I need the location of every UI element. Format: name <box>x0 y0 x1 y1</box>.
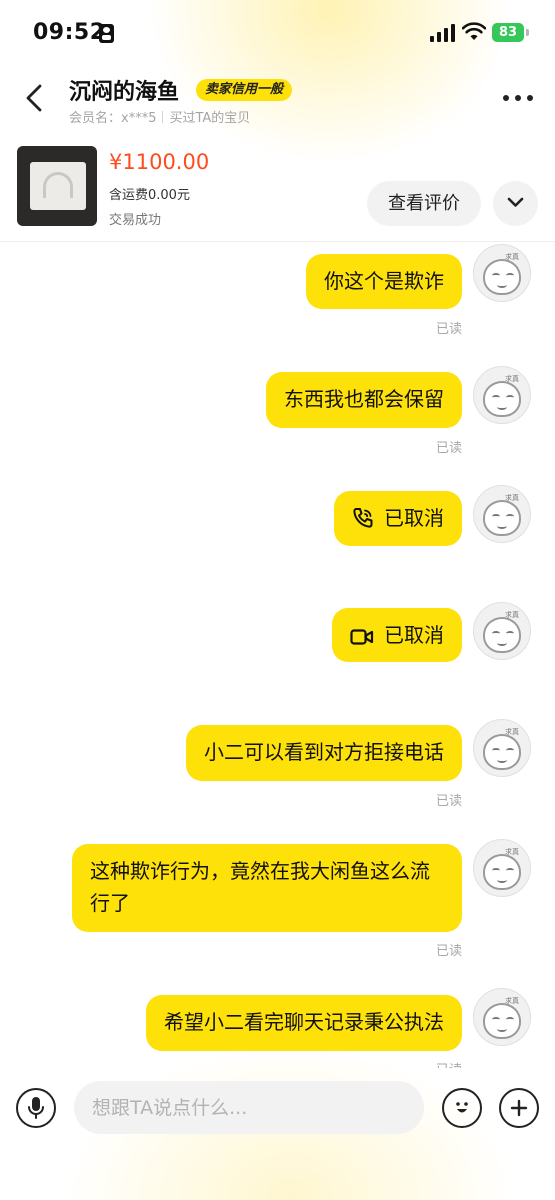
message-bubble[interactable]: 小二可以看到对方拒接电话 <box>186 725 462 781</box>
voice-call-bubble[interactable]: 已取消 <box>334 491 462 546</box>
read-receipt: 已读 <box>435 794 462 809</box>
back-arrow-icon[interactable] <box>22 84 48 112</box>
chat-message-list[interactable]: 你这个是欺诈 已读 求真 东西我也都会保留 已读 求真 已取消 求真 已取消 求… <box>0 242 555 1068</box>
avatar[interactable]: 求真 <box>473 244 531 302</box>
call-status-text: 已取消 <box>384 506 444 530</box>
message-bubble[interactable]: 这种欺诈行为，竟然在我大闲鱼这么流行了 <box>72 844 462 932</box>
input-bar <box>0 1072 555 1200</box>
call-status-text: 已取消 <box>384 623 444 647</box>
message-bubble[interactable]: 希望小二看完聊天记录秉公执法 <box>146 995 462 1051</box>
read-receipt: 已读 <box>435 322 462 337</box>
avatar[interactable]: 求真 <box>473 988 531 1046</box>
message-bubble[interactable]: 东西我也都会保留 <box>266 372 462 428</box>
id-card-icon <box>99 24 114 43</box>
emoji-icon[interactable] <box>442 1088 482 1128</box>
read-receipt: 已读 <box>435 441 462 456</box>
member-name-label: 会员名：x***5 <box>69 111 157 126</box>
product-price: ¥1100.00 <box>109 150 210 174</box>
avatar[interactable]: 求真 <box>473 366 531 424</box>
message-text: 你这个是欺诈 <box>324 269 444 293</box>
message-text: 小二可以看到对方拒接电话 <box>204 740 444 764</box>
microphone-icon[interactable] <box>16 1088 56 1128</box>
avatar[interactable]: 求真 <box>473 719 531 777</box>
expand-button[interactable] <box>493 181 538 226</box>
message-text: 这种欺诈行为，竟然在我大闲鱼这么流行了 <box>90 859 430 915</box>
battery-indicator: 83 <box>492 23 524 42</box>
message-text: 东西我也都会保留 <box>284 387 444 411</box>
chevron-down-icon <box>507 197 524 207</box>
message-text: 希望小二看完聊天记录秉公执法 <box>164 1010 444 1034</box>
read-receipt: 已读 <box>436 1059 462 1068</box>
video-call-bubble[interactable]: 已取消 <box>332 608 462 662</box>
message-input[interactable] <box>74 1081 424 1134</box>
shipping-fee: 含运费0.00元 <box>109 188 190 203</box>
avatar[interactable]: 求真 <box>473 839 531 897</box>
plus-icon[interactable] <box>499 1088 539 1128</box>
credit-badge: 卖家信用一般 <box>196 79 293 101</box>
status-bar: 09:52 83 <box>0 0 555 70</box>
cellular-signal-icon <box>430 24 456 42</box>
message-bubble[interactable]: 你这个是欺诈 <box>306 254 462 309</box>
product-thumbnail[interactable] <box>17 146 97 226</box>
view-review-button[interactable]: 查看评价 <box>367 181 481 226</box>
video-camera-icon <box>350 629 374 645</box>
avatar[interactable]: 求真 <box>473 602 531 660</box>
seller-subinfo: 会员名：x***5 买过TA的宝贝 <box>69 107 250 126</box>
avatar[interactable]: 求真 <box>473 485 531 543</box>
wifi-icon <box>461 22 487 42</box>
bought-history-link[interactable]: 买过TA的宝贝 <box>169 111 250 126</box>
battery-tip <box>526 29 529 36</box>
phone-icon <box>353 508 373 528</box>
status-time: 09:52 <box>33 20 106 45</box>
seller-name[interactable]: 沉闷的海鱼 <box>69 74 179 106</box>
headphones-image <box>43 172 73 198</box>
more-dots-icon[interactable] <box>503 95 535 103</box>
subinfo-divider <box>162 111 164 123</box>
read-receipt: 已读 <box>435 944 462 959</box>
trade-status: 交易成功 <box>109 213 162 228</box>
